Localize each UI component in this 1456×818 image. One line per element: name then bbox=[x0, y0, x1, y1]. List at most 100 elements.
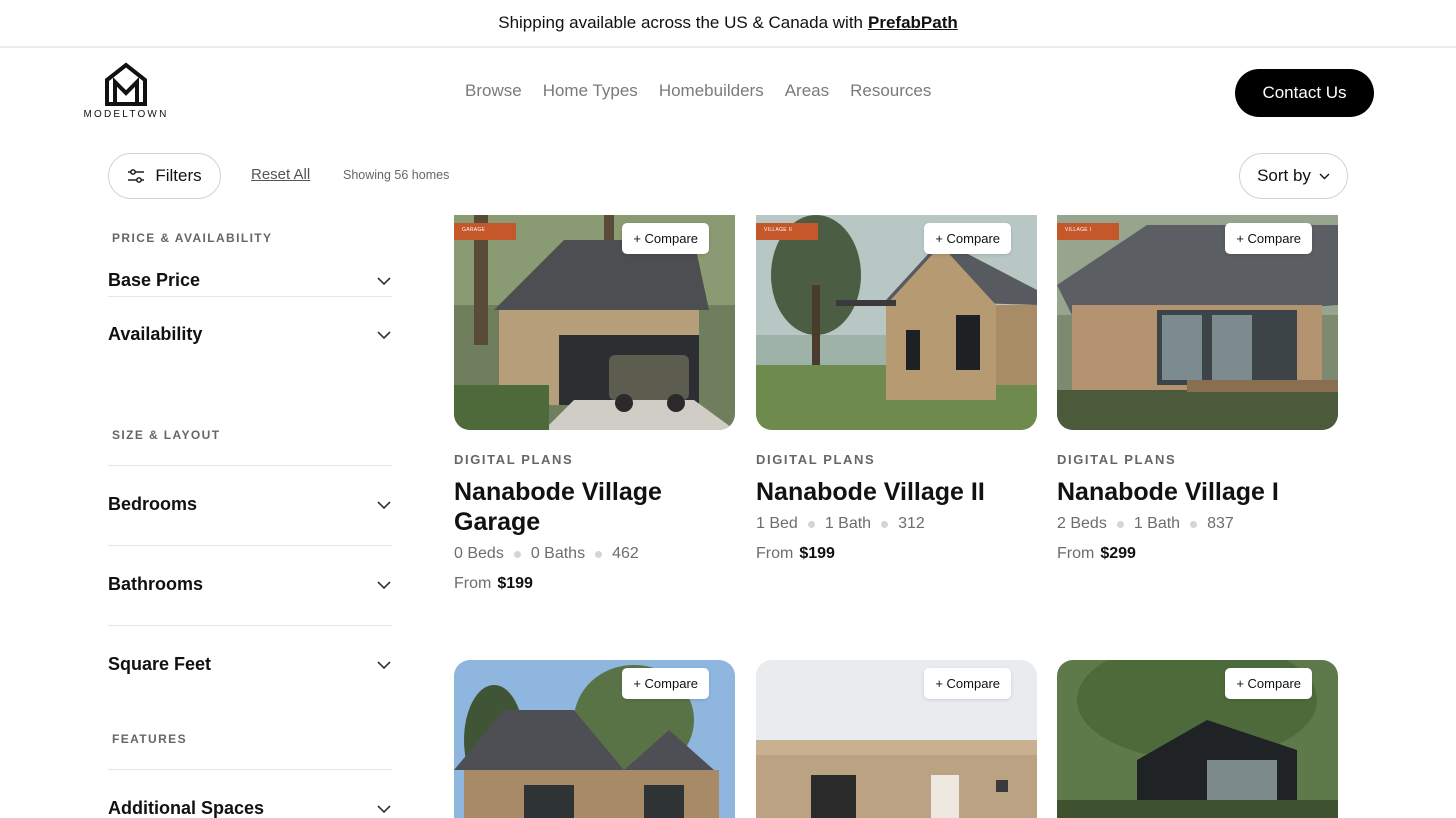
card-title[interactable]: Nanabode Village II bbox=[756, 477, 1037, 507]
home-image[interactable]: + Compare bbox=[1057, 660, 1338, 818]
accordion-base-price[interactable]: Base Price bbox=[108, 270, 392, 291]
home-card[interactable]: VILLAGE I + Compare DIGITAL PLANS Nanabo… bbox=[1057, 215, 1338, 563]
card-title[interactable]: Nanabode Village Garage bbox=[454, 477, 735, 537]
accordion-label: Availability bbox=[108, 324, 203, 344]
compare-button[interactable]: + Compare bbox=[924, 223, 1011, 254]
separator-dot bbox=[881, 520, 889, 528]
home-image[interactable]: + Compare bbox=[756, 660, 1037, 818]
sort-by-dropdown[interactable]: Sort by bbox=[1239, 153, 1348, 199]
sqft: 462 bbox=[612, 545, 639, 562]
sqft: 837 bbox=[1207, 515, 1234, 532]
chevron-down-icon bbox=[377, 330, 391, 339]
home-image[interactable]: GARAGE + Compare bbox=[454, 215, 735, 430]
separator-dot bbox=[1116, 520, 1124, 528]
card-price: From $199 bbox=[454, 575, 735, 593]
chevron-down-icon bbox=[377, 804, 391, 813]
divider bbox=[108, 769, 392, 770]
sqft: 312 bbox=[898, 515, 925, 532]
card-specs: 1 Bed 1 Bath 312 bbox=[756, 515, 1037, 533]
compare-button[interactable]: + Compare bbox=[622, 668, 709, 699]
banner-text: Shipping available across the US & Canad… bbox=[498, 13, 864, 32]
category-tag: VILLAGE I bbox=[1057, 223, 1119, 240]
nav-resources[interactable]: Resources bbox=[850, 81, 931, 101]
accordion-label: Bedrooms bbox=[108, 494, 198, 514]
price-value: $299 bbox=[1100, 545, 1136, 562]
card-title[interactable]: Nanabode Village I bbox=[1057, 477, 1338, 507]
sliders-icon bbox=[128, 169, 145, 183]
separator-dot bbox=[1190, 520, 1198, 528]
home-card[interactable]: + Compare bbox=[1057, 660, 1338, 818]
reset-all-link[interactable]: Reset All bbox=[251, 166, 310, 183]
baths: 1 Bath bbox=[1133, 515, 1181, 532]
accordion-additional-spaces[interactable]: Additional Spaces bbox=[108, 798, 392, 818]
sort-label: Sort by bbox=[1257, 166, 1311, 185]
card-price: From $199 bbox=[756, 545, 1037, 563]
contact-us-button[interactable]: Contact Us bbox=[1235, 69, 1374, 117]
separator-dot bbox=[513, 550, 521, 558]
nav-browse[interactable]: Browse bbox=[465, 81, 522, 101]
house-logo-icon bbox=[105, 62, 147, 106]
home-card[interactable]: VILLAGE II + Compare DIGITAL PLANS Nanab… bbox=[756, 215, 1037, 563]
section-size-layout: SIZE & LAYOUT bbox=[112, 428, 221, 442]
divider bbox=[108, 296, 392, 297]
category-tag: GARAGE bbox=[454, 223, 516, 240]
home-image[interactable]: + Compare bbox=[454, 660, 735, 818]
home-card[interactable]: GARAGE + Compare DIGITAL PLANS Nanabode … bbox=[454, 215, 735, 593]
baths: 0 Baths bbox=[530, 545, 586, 562]
accordion-label: Additional Spaces bbox=[108, 798, 265, 818]
accordion-bathrooms[interactable]: Bathrooms bbox=[108, 574, 392, 595]
card-type: DIGITAL PLANS bbox=[1057, 452, 1177, 467]
chevron-down-icon bbox=[377, 500, 391, 509]
section-features: FEATURES bbox=[112, 732, 187, 746]
card-specs: 0 Beds 0 Baths 462 bbox=[454, 545, 735, 563]
modeltown-logo[interactable]: MODELTOWN bbox=[82, 62, 170, 120]
nav-home-types[interactable]: Home Types bbox=[543, 81, 638, 101]
divider bbox=[108, 545, 392, 546]
price-value: $199 bbox=[799, 545, 835, 562]
compare-button[interactable]: + Compare bbox=[1225, 668, 1312, 699]
accordion-label: Square Feet bbox=[108, 654, 212, 674]
beds: 0 Beds bbox=[454, 545, 504, 562]
card-type: DIGITAL PLANS bbox=[454, 452, 574, 467]
prefabpath-link[interactable]: PrefabPath bbox=[868, 13, 958, 33]
compare-button[interactable]: + Compare bbox=[622, 223, 709, 254]
price-value: $199 bbox=[497, 575, 533, 592]
price-prefix: From bbox=[454, 575, 492, 592]
filters-label: Filters bbox=[155, 166, 202, 185]
divider bbox=[108, 465, 392, 466]
results-count: Showing 56 homes bbox=[343, 168, 450, 182]
accordion-bedrooms[interactable]: Bedrooms bbox=[108, 494, 392, 515]
chevron-down-icon bbox=[1319, 173, 1330, 179]
home-image[interactable]: VILLAGE I + Compare bbox=[1057, 215, 1338, 430]
card-price: From $299 bbox=[1057, 545, 1338, 563]
accordion-square-feet[interactable]: Square Feet bbox=[108, 654, 392, 675]
nav-homebuilders[interactable]: Homebuilders bbox=[659, 81, 764, 101]
home-card[interactable]: + Compare bbox=[454, 660, 735, 818]
chevron-down-icon bbox=[377, 276, 391, 285]
card-specs: 2 Beds 1 Bath 837 bbox=[1057, 515, 1338, 533]
separator-dot bbox=[595, 550, 603, 558]
chevron-down-icon bbox=[377, 660, 391, 669]
main-nav: Browse Home Types Homebuilders Areas Res… bbox=[465, 81, 931, 101]
chevron-down-icon bbox=[377, 580, 391, 589]
card-type: DIGITAL PLANS bbox=[756, 452, 876, 467]
price-prefix: From bbox=[756, 545, 794, 562]
home-card[interactable]: + Compare bbox=[756, 660, 1037, 818]
accordion-label: Base Price bbox=[108, 270, 201, 290]
home-image[interactable]: VILLAGE II + Compare bbox=[756, 215, 1037, 430]
nav-areas[interactable]: Areas bbox=[785, 81, 829, 101]
filters-button[interactable]: Filters bbox=[108, 153, 221, 199]
divider bbox=[108, 625, 392, 626]
shipping-banner: Shipping available across the US & Canad… bbox=[0, 0, 1456, 48]
price-prefix: From bbox=[1057, 545, 1095, 562]
section-price-availability: PRICE & AVAILABILITY bbox=[112, 231, 273, 245]
category-tag: VILLAGE II bbox=[756, 223, 818, 240]
compare-button[interactable]: + Compare bbox=[1225, 223, 1312, 254]
compare-button[interactable]: + Compare bbox=[924, 668, 1011, 699]
accordion-availability[interactable]: Availability bbox=[108, 324, 392, 345]
separator-dot bbox=[807, 520, 815, 528]
baths: 1 Bath bbox=[824, 515, 872, 532]
accordion-label: Bathrooms bbox=[108, 574, 204, 594]
logo-text: MODELTOWN bbox=[83, 109, 169, 120]
beds: 2 Beds bbox=[1057, 515, 1107, 532]
